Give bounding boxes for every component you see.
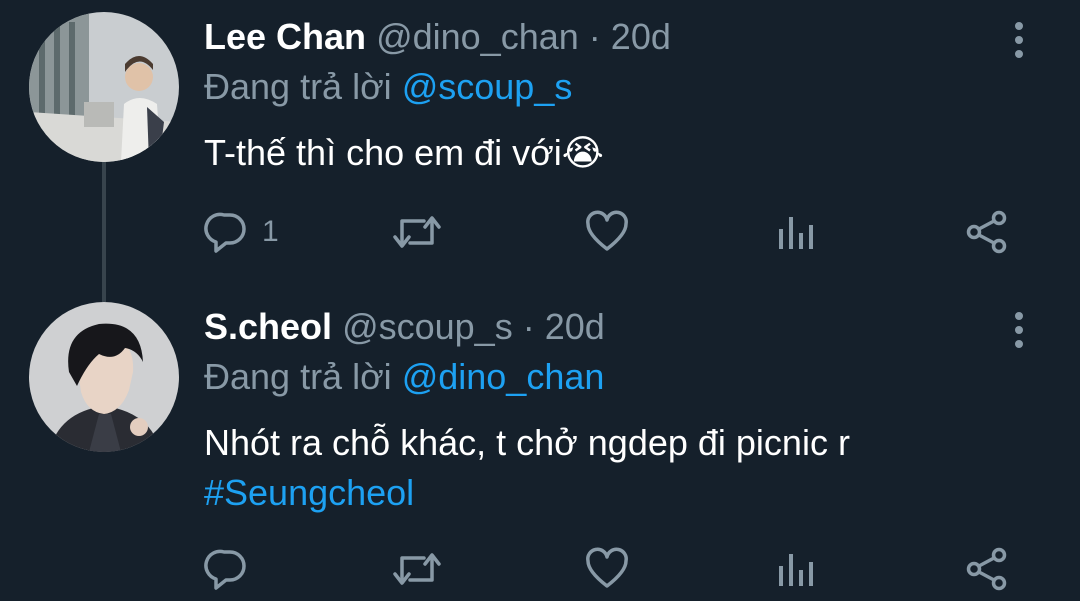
mention-link[interactable]: @dino_chan: [402, 356, 605, 397]
like-button[interactable]: [584, 544, 630, 594]
tweet-actions: [0, 544, 1080, 594]
more-icon[interactable]: [1006, 20, 1032, 60]
tweet-text: Nhót ra chỗ khác, t chở ngdep đi picnic …: [204, 418, 850, 518]
user-handle[interactable]: @dino_chan: [376, 16, 579, 57]
timestamp[interactable]: 20d: [545, 306, 605, 347]
replying-to: Đang trả lời @scoup_s: [204, 64, 572, 110]
share-button[interactable]: [964, 544, 1010, 594]
retweet-button[interactable]: [392, 544, 442, 594]
mention-link[interactable]: @scoup_s: [402, 66, 573, 107]
reply-count: 1: [262, 215, 279, 248]
replying-to-label: Đang trả lời: [204, 356, 392, 397]
reply-button[interactable]: 1: [204, 207, 279, 257]
more-icon[interactable]: [1006, 310, 1032, 350]
retweet-icon: [393, 553, 441, 585]
display-name[interactable]: Lee Chan: [204, 16, 366, 57]
analytics-button[interactable]: [776, 207, 816, 257]
reply-icon: [204, 212, 246, 253]
crying-face-emoji: 😭: [561, 132, 604, 173]
tweet-text-content: T-thế thì cho em đi với: [204, 132, 562, 173]
replying-to-label: Đang trả lời: [204, 66, 392, 107]
analytics-icon: [779, 217, 813, 249]
avatar[interactable]: [29, 12, 179, 162]
avatar[interactable]: [29, 302, 179, 452]
hashtag-link[interactable]: #Seungcheol: [204, 468, 850, 518]
like-icon: [586, 210, 628, 251]
tweet-s-cheol[interactable]: S.cheol @scoup_s · 20d Đang trả lời @din…: [0, 290, 1080, 601]
tweet-text-content: Nhót ra chỗ khác, t chở ngdep đi picnic …: [204, 422, 850, 463]
analytics-button[interactable]: [776, 544, 816, 594]
display-name[interactable]: S.cheol: [204, 306, 332, 347]
analytics-icon: [779, 554, 813, 586]
reply-icon: [204, 549, 246, 590]
reply-button[interactable]: [204, 544, 262, 594]
tweet-header: S.cheol @scoup_s · 20d: [204, 304, 605, 350]
like-button[interactable]: [584, 207, 630, 257]
replying-to: Đang trả lời @dino_chan: [204, 354, 604, 400]
tweet-header: Lee Chan @dino_chan · 20d: [204, 14, 671, 60]
tweet-text: T-thế thì cho em đi với😭: [204, 128, 604, 178]
meta-separator: ·: [588, 16, 601, 57]
like-icon: [586, 547, 628, 588]
user-handle[interactable]: @scoup_s: [342, 306, 513, 347]
tweet-actions: 1: [0, 207, 1080, 257]
meta-separator: ·: [522, 306, 535, 347]
share-icon: [966, 210, 1007, 254]
share-icon: [966, 547, 1007, 591]
tweet-lee-chan[interactable]: Lee Chan @dino_chan · 20d Đang trả lời @…: [0, 0, 1080, 290]
timestamp[interactable]: 20d: [611, 16, 671, 57]
retweet-button[interactable]: [392, 207, 442, 257]
retweet-icon: [393, 216, 441, 248]
share-button[interactable]: [964, 207, 1010, 257]
